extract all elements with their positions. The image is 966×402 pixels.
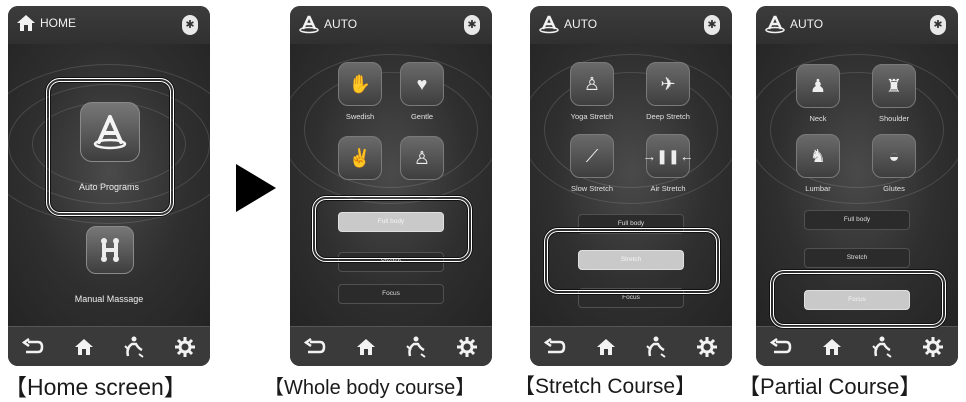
shoulder-button[interactable]: ♜ [872, 64, 916, 108]
partial-screen: AUTO ✱ ♟ ♜ Neck Shoulder ♞ ◒ Lumbar Glut… [756, 6, 958, 366]
bluetooth-icon[interactable]: ✱ [182, 15, 198, 35]
joystick-icon [101, 238, 119, 262]
screen-title: AUTO [324, 17, 358, 31]
top-bar: AUTO ✱ [530, 6, 732, 44]
focus-button[interactable]: Focus [338, 284, 444, 304]
home-screen: HOME ✱ Auto Programs Manual Massage [8, 6, 210, 366]
auto-a-icon [299, 15, 319, 34]
highlight-frame [544, 228, 720, 294]
massage-icon[interactable] [121, 334, 147, 360]
back-icon[interactable] [542, 334, 568, 360]
caption-whole-body: 【Whole body course】 [264, 377, 476, 399]
gentle-label: Gentle [410, 112, 434, 121]
top-bar: AUTO ✱ [756, 6, 958, 44]
massage-icon[interactable] [643, 334, 669, 360]
next-arrow [236, 164, 276, 212]
screen-title: AUTO [564, 17, 598, 31]
auto-a-icon [765, 15, 785, 34]
glutes-label: Glutes [883, 184, 905, 193]
air-stretch-button[interactable]: →❚❚← [642, 134, 694, 178]
top-bar: AUTO ✱ [290, 6, 492, 44]
stretch-button[interactable]: Stretch [804, 248, 910, 268]
shoulder-label: Shoulder [878, 114, 910, 123]
neck-button[interactable]: ♟ [796, 64, 840, 108]
manual-massage-button[interactable] [86, 226, 134, 274]
bluetooth-icon[interactable]: ✱ [704, 15, 720, 35]
caption-partial: 【Partial Course】 [738, 374, 922, 399]
gear-icon[interactable] [172, 334, 198, 360]
bottom-nav [290, 326, 492, 366]
screen-title: HOME [40, 16, 76, 30]
bottom-nav [530, 326, 732, 366]
gear-icon[interactable] [694, 334, 720, 360]
home-icon[interactable] [593, 334, 619, 360]
slow-stretch-button[interactable]: ⟋ [570, 134, 614, 178]
air-stretch-label: Air Stretch [650, 184, 686, 193]
gear-icon[interactable] [454, 334, 480, 360]
screen-title: AUTO [790, 17, 824, 31]
manual-massage-label: Manual Massage [74, 294, 144, 304]
yoga-stretch-button[interactable]: ♙ [570, 62, 614, 106]
home-icon[interactable] [353, 334, 379, 360]
stretch-screen: AUTO ✱ ♙ ✈ Yoga Stretch Deep Stretch ⟋ →… [530, 6, 732, 366]
lumbar-button[interactable]: ♞ [796, 134, 840, 178]
deep-stretch-label: Deep Stretch [646, 112, 690, 121]
bottom-nav [8, 326, 210, 366]
massage-icon[interactable] [403, 334, 429, 360]
home-icon[interactable] [71, 334, 97, 360]
deep-stretch-button[interactable]: ✈ [646, 62, 690, 106]
home-icon[interactable] [16, 14, 36, 32]
top-bar: HOME ✱ [8, 6, 210, 44]
home-icon[interactable] [819, 334, 845, 360]
screen-body: ✋ ♥ Swedish Gentle ✌ ♙ Full body Stretch… [290, 44, 492, 326]
auto-a-icon [539, 15, 559, 34]
gear-icon[interactable] [920, 334, 946, 360]
back-icon[interactable] [302, 334, 328, 360]
whole-body-screen: AUTO ✱ ✋ ♥ Swedish Gentle ✌ ♙ Full body … [290, 6, 492, 366]
highlight-frame [312, 196, 472, 262]
massage-icon[interactable] [869, 334, 895, 360]
caption-home: 【Home screen】 [4, 374, 187, 400]
hands-massage-button[interactable]: ✌ [338, 136, 382, 180]
glutes-button[interactable]: ◒ [872, 134, 916, 178]
back-icon[interactable] [20, 334, 46, 360]
highlight-frame [770, 270, 946, 328]
meditation-button[interactable]: ♙ [400, 136, 444, 180]
bottom-nav [756, 326, 958, 366]
gentle-button[interactable]: ♥ [400, 62, 444, 106]
caption-stretch: 【Stretch Course】 [514, 375, 697, 398]
back-icon[interactable] [768, 334, 794, 360]
full-body-button[interactable]: Full body [804, 210, 910, 230]
bluetooth-icon[interactable]: ✱ [464, 15, 480, 35]
swedish-button[interactable]: ✋ [338, 62, 382, 106]
bluetooth-icon[interactable]: ✱ [930, 15, 946, 35]
highlight-frame [46, 78, 174, 216]
